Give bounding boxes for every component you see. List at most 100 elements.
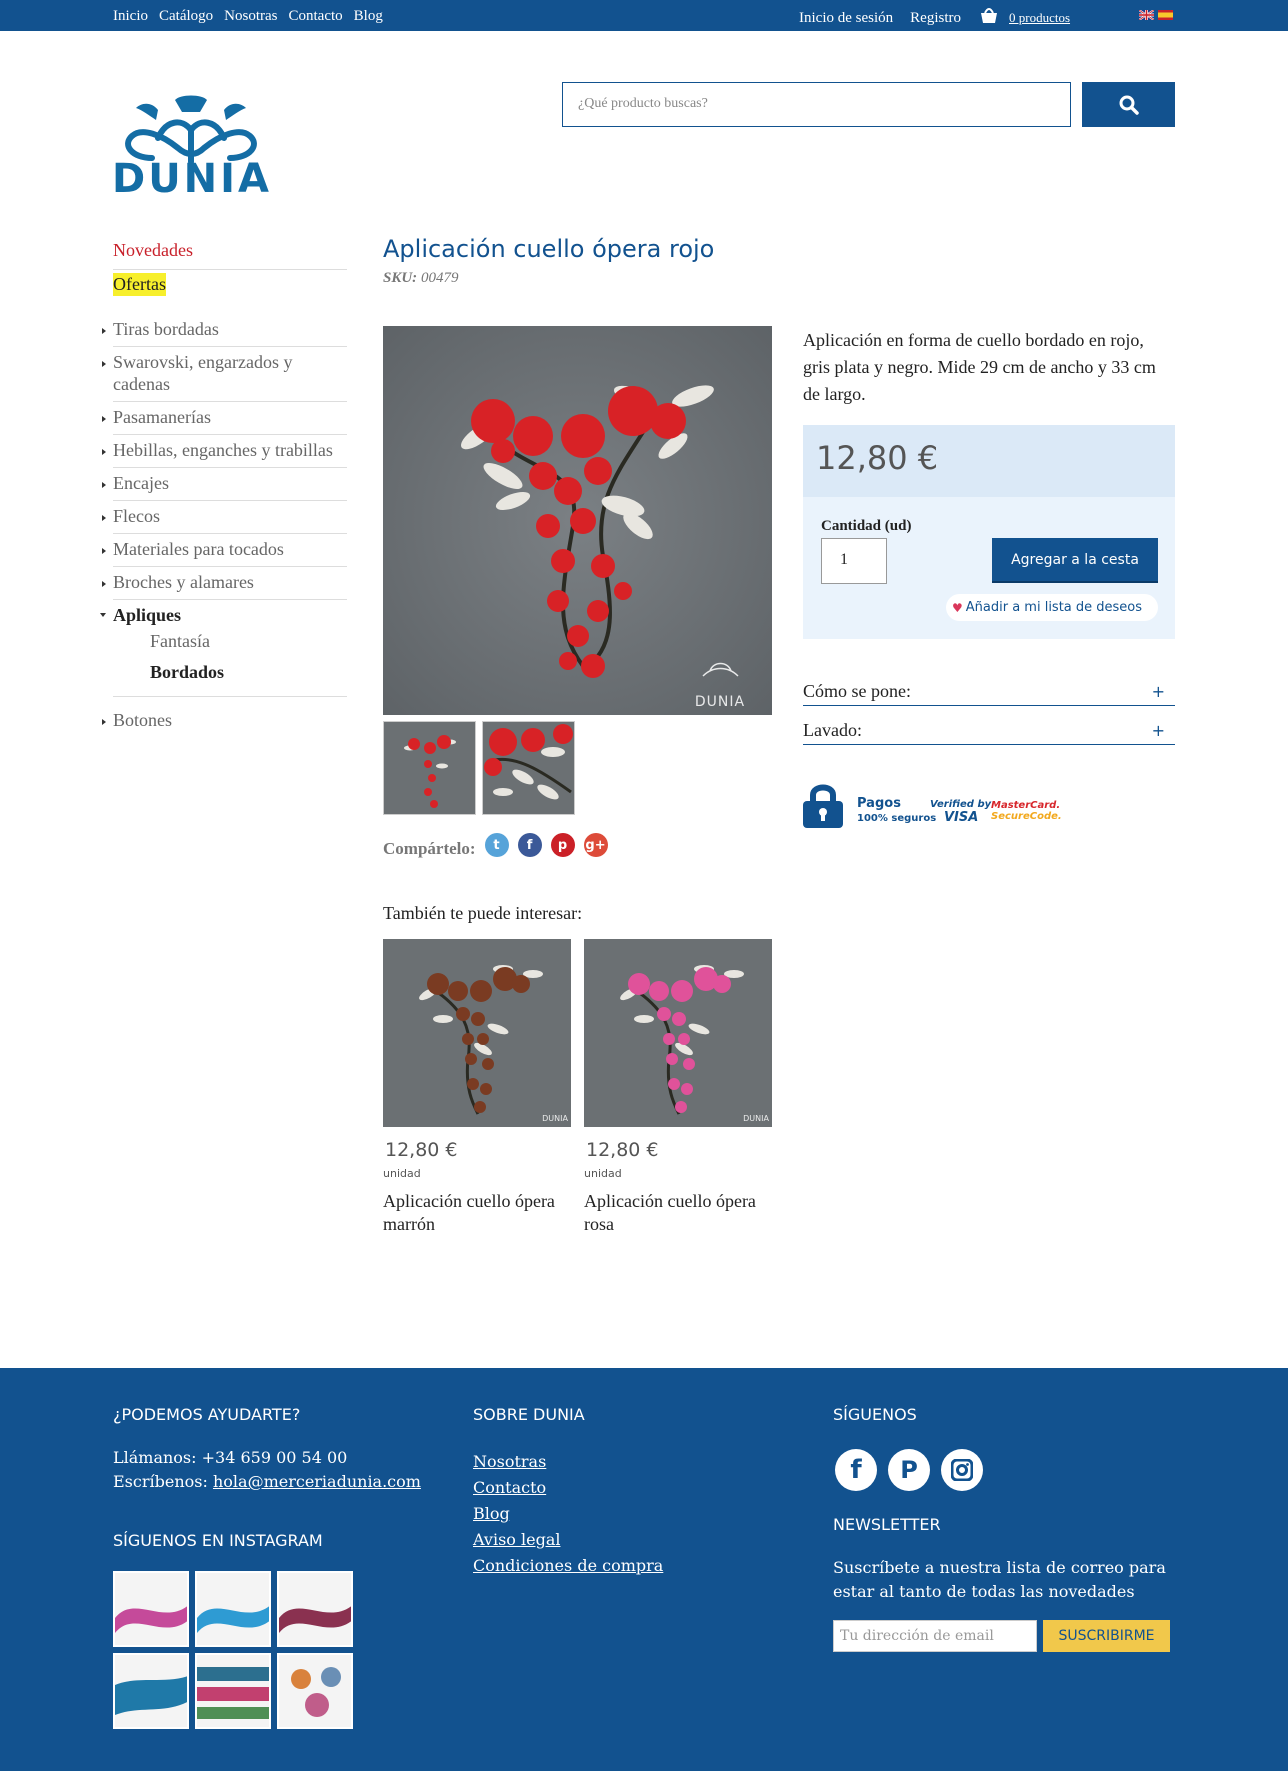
footer-link-contacto[interactable]: Contacto bbox=[473, 1475, 663, 1501]
related-product-image[interactable]: DUNIA bbox=[383, 939, 571, 1127]
subcategory-list: Fantasía Bordados bbox=[113, 626, 347, 697]
category-list: Tiras bordadas Swarovski, engarzados y c… bbox=[100, 314, 347, 737]
footer-help-title: ¿PODEMOS AYUDARTE? bbox=[113, 1405, 301, 1424]
related-product-unit: unidad bbox=[383, 1167, 421, 1180]
facebook-icon[interactable]: f bbox=[835, 1449, 877, 1491]
payments-title: Pagos bbox=[857, 796, 901, 811]
search-icon bbox=[1119, 95, 1139, 115]
share-label: Compártelo: bbox=[383, 839, 476, 858]
lock-icon bbox=[803, 784, 843, 828]
instagram-icon[interactable] bbox=[941, 1449, 983, 1491]
plus-icon: + bbox=[1151, 721, 1165, 740]
sidebar-item-apliques[interactable]: Apliques bbox=[100, 600, 347, 626]
related-product-unit: unidad bbox=[584, 1167, 622, 1180]
top-nav: Inicio Catálogo Nosotras Contacto Blog bbox=[113, 8, 383, 25]
sidebar-item-pasamanerias[interactable]: Pasamanerías bbox=[102, 402, 347, 435]
product-price: 12,80 € bbox=[803, 425, 1175, 497]
related-product-price: 12,80 € bbox=[586, 1139, 659, 1161]
google-plus-icon[interactable]: g+ bbox=[583, 833, 608, 857]
category-sidebar: Novedades Ofertas Tiras bordadas Swarovs… bbox=[100, 240, 347, 737]
embroidered-collar-image: DUNIA bbox=[383, 326, 772, 715]
instagram-thumbnail[interactable] bbox=[195, 1653, 271, 1729]
verified-by-visa-logo: Verified by bbox=[930, 799, 992, 810]
accordion-lavado[interactable]: Lavado: + bbox=[803, 720, 1175, 745]
sidebar-item-flecos[interactable]: Flecos bbox=[102, 501, 347, 534]
accordion-title: Cómo se pone: bbox=[803, 681, 911, 701]
footer-link-condiciones[interactable]: Condiciones de compra bbox=[473, 1553, 663, 1579]
footer-link-nosotras[interactable]: Nosotras bbox=[473, 1449, 663, 1475]
nav-inicio[interactable]: Inicio bbox=[113, 8, 148, 25]
twitter-icon[interactable]: t bbox=[484, 833, 509, 857]
product-sku: SKU: 00479 bbox=[383, 270, 458, 287]
sidebar-item-broches[interactable]: Broches y alamares bbox=[102, 567, 347, 600]
footer-link-blog[interactable]: Blog bbox=[473, 1501, 663, 1527]
image-watermark: DUNIA bbox=[743, 1114, 769, 1123]
add-to-cart-button[interactable]: Agregar a la cesta bbox=[992, 538, 1158, 583]
related-product-price: 12,80 € bbox=[385, 1139, 458, 1161]
accordion-como-se-pone[interactable]: Cómo se pone: + bbox=[803, 681, 1175, 706]
sku-value: 00479 bbox=[420, 270, 459, 286]
thumbnail-image bbox=[384, 722, 475, 814]
search-button[interactable] bbox=[1082, 82, 1175, 127]
sidebar-item-tiras[interactable]: Tiras bordadas bbox=[102, 314, 347, 347]
sidebar-item-swarovski[interactable]: Swarovski, engarzados y cadenas bbox=[102, 347, 347, 402]
subscribe-button[interactable]: SUSCRIBIRME bbox=[1043, 1620, 1170, 1652]
en-flag-icon[interactable] bbox=[1139, 10, 1154, 20]
sidebar-subitem-bordados[interactable]: Bordados bbox=[150, 657, 347, 688]
related-product-card[interactable]: DUNIA 12,80 € unidad Aplicación cuello ó… bbox=[584, 939, 772, 1236]
call-label: Llámanos: bbox=[113, 1448, 197, 1467]
product-thumbnail-2[interactable] bbox=[482, 721, 575, 815]
register-link[interactable]: Registro bbox=[910, 10, 961, 27]
wishlist-button[interactable]: ♥ Añadir a mi lista de deseos bbox=[946, 594, 1158, 621]
es-flag-icon[interactable] bbox=[1158, 10, 1173, 20]
payments-subtitle: 100% seguros bbox=[857, 813, 937, 824]
login-link[interactable]: Inicio de sesión bbox=[799, 10, 893, 27]
sidebar-item-botones[interactable]: Botones bbox=[102, 705, 347, 737]
pinterest-icon[interactable]: p bbox=[550, 833, 575, 857]
sidebar-item-novedades[interactable]: Novedades bbox=[113, 240, 347, 270]
newsletter-email-input[interactable]: Tu dirección de email bbox=[833, 1620, 1037, 1652]
sidebar-subitem-fantasia[interactable]: Fantasía bbox=[150, 626, 347, 657]
search-input[interactable]: ¿Qué producto buscas? bbox=[562, 82, 1071, 127]
phone-number[interactable]: +34 659 00 54 00 bbox=[202, 1448, 348, 1467]
instagram-thumbnail[interactable] bbox=[113, 1653, 189, 1729]
product-thumbnail-1[interactable] bbox=[383, 721, 476, 815]
instagram-thumbnail[interactable] bbox=[277, 1571, 353, 1647]
cart-link[interactable]: 0 productos bbox=[1009, 10, 1070, 26]
instagram-thumbnail[interactable] bbox=[195, 1571, 271, 1647]
instagram-thumbnail[interactable] bbox=[113, 1571, 189, 1647]
wishlist-label: Añadir a mi lista de deseos bbox=[965, 600, 1143, 615]
product-description: Aplicación en forma de cuello bordado en… bbox=[803, 330, 1156, 404]
image-watermark: DUNIA bbox=[695, 694, 745, 710]
email-link[interactable]: hola@merceriadunia.com bbox=[213, 1472, 421, 1491]
instagram-thumbnail[interactable] bbox=[277, 1653, 353, 1729]
pinterest-icon[interactable]: P bbox=[888, 1449, 930, 1491]
nav-nosotras[interactable]: Nosotras bbox=[224, 8, 277, 25]
related-product-name[interactable]: Aplicación cuello ópera rosa bbox=[584, 1190, 772, 1236]
visa-logo: VISA bbox=[944, 810, 979, 825]
sidebar-item-tocados[interactable]: Materiales para tocados bbox=[102, 534, 347, 567]
language-switch bbox=[1139, 10, 1173, 20]
related-product-image[interactable]: DUNIA bbox=[584, 939, 772, 1127]
image-watermark: DUNIA bbox=[542, 1114, 568, 1123]
footer-link-aviso-legal[interactable]: Aviso legal bbox=[473, 1527, 663, 1553]
footer-follow-title: SÍGUENOS bbox=[833, 1405, 917, 1424]
product-main-image[interactable]: DUNIA bbox=[383, 326, 772, 715]
facebook-icon[interactable]: f bbox=[517, 833, 542, 857]
top-bar: Inicio Catálogo Nosotras Contacto Blog I… bbox=[0, 0, 1288, 31]
footer-newsletter-title: NEWSLETTER bbox=[833, 1515, 941, 1534]
newsletter-text: Suscríbete a nuestra lista de correo par… bbox=[833, 1558, 1166, 1601]
sidebar-item-hebillas[interactable]: Hebillas, enganches y trabillas bbox=[102, 435, 347, 468]
nav-catalogo[interactable]: Catálogo bbox=[159, 8, 213, 25]
related-product-card[interactable]: DUNIA 12,80 € unidad Aplicación cuello ó… bbox=[383, 939, 571, 1236]
related-products-title: También te puede interesar: bbox=[383, 903, 583, 923]
sidebar-item-encajes[interactable]: Encajes bbox=[102, 468, 347, 501]
basket-icon[interactable] bbox=[979, 5, 999, 25]
nav-blog[interactable]: Blog bbox=[354, 8, 383, 25]
quantity-input[interactable]: 1 bbox=[821, 538, 887, 584]
quantity-label: Cantidad (ud) bbox=[821, 518, 912, 534]
nav-contacto[interactable]: Contacto bbox=[288, 8, 342, 25]
sidebar-item-ofertas[interactable]: Ofertas bbox=[113, 273, 166, 296]
brown-collar-image: DUNIA bbox=[383, 939, 571, 1127]
related-product-name[interactable]: Aplicación cuello ópera marrón bbox=[383, 1190, 571, 1236]
